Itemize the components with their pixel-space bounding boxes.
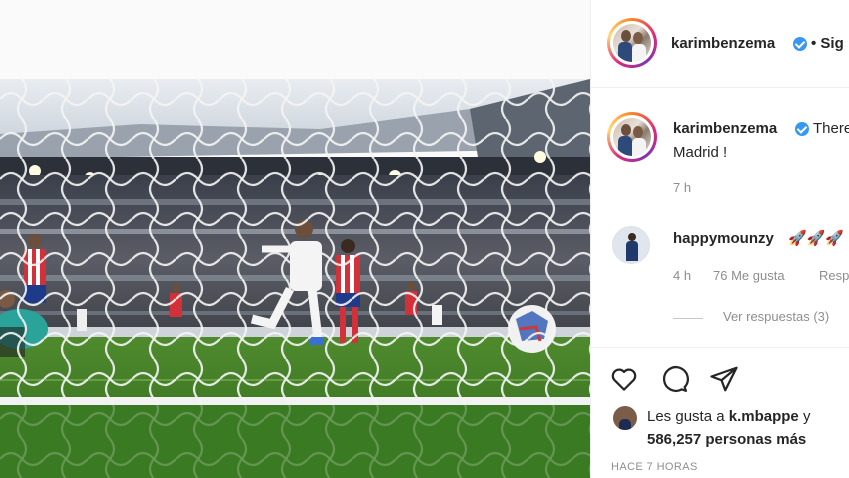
comment-reply-button[interactable]: Resp	[819, 268, 849, 283]
comment-text: 🚀🚀🚀 !	[788, 230, 849, 247]
follow-button[interactable]: • Sig	[811, 35, 844, 52]
comment-icon[interactable]	[659, 364, 689, 394]
author-avatar[interactable]	[607, 18, 657, 68]
caption-age[interactable]: 7 h	[673, 180, 691, 195]
verified-badge-icon	[795, 122, 809, 136]
actions-section: Les gusta a k.mbappe y 586,257 personas …	[591, 347, 849, 478]
caption-text-line2: Madrid !	[673, 144, 728, 161]
stadium-goal-photo	[0, 79, 590, 478]
likes-conj: y	[802, 408, 811, 425]
heart-icon[interactable]	[609, 364, 639, 394]
post-media-area	[0, 0, 590, 478]
liker-avatar[interactable]	[613, 406, 637, 430]
caption-username[interactable]: karimbenzema	[673, 120, 777, 137]
author-username[interactable]: karimbenzema	[671, 35, 775, 52]
post-timestamp[interactable]: HACE 7 HORAS	[611, 461, 698, 473]
share-icon[interactable]	[709, 364, 739, 394]
caption-text: There	[813, 120, 849, 137]
commenter-avatar[interactable]	[612, 226, 650, 264]
comment-age[interactable]: 4 h	[673, 268, 691, 283]
likes-count[interactable]: 586,257 personas más	[647, 431, 806, 448]
comment-likes[interactable]: 76 Me gusta	[713, 268, 785, 283]
post-side-panel: karimbenzema • Sig karimbenzema There Ma…	[590, 0, 849, 478]
commenter-username[interactable]: happymounzy	[673, 230, 774, 247]
post-header: karimbenzema • Sig	[591, 0, 849, 88]
post-photo[interactable]	[0, 79, 590, 478]
liker-username[interactable]: k.mbappe	[729, 408, 799, 425]
likes-summary: Les gusta a k.mbappe y	[647, 408, 810, 425]
view-replies-button[interactable]: Ver respuestas (3)	[723, 309, 829, 324]
verified-badge-icon	[793, 37, 807, 51]
caption-author-avatar[interactable]	[607, 112, 657, 162]
likes-prefix: Les gusta a	[647, 408, 725, 425]
replies-divider	[673, 318, 703, 319]
